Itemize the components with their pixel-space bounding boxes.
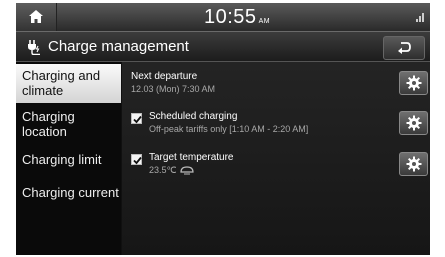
- gear-icon: [406, 75, 422, 91]
- target-temperature-checkbox[interactable]: [131, 154, 142, 165]
- gear-icon: [406, 156, 422, 172]
- sidebar: Charging and climate Charging location C…: [16, 62, 121, 255]
- main-panel: Next departure 12.03 (Mon) 7:30 AM Sched…: [122, 62, 430, 255]
- clock: 10:55 AM: [204, 6, 270, 29]
- page-title: Charge management: [48, 38, 189, 55]
- row-title: Next departure: [131, 71, 198, 82]
- checkmark-icon: [133, 115, 142, 124]
- next-departure-settings-button[interactable]: [399, 71, 428, 95]
- row-subtitle: Off-peak tariffs only [1:10 AM - 2:20 AM…: [149, 124, 309, 134]
- back-button[interactable]: [383, 36, 425, 60]
- sidebar-item-charging-current[interactable]: Charging current: [16, 183, 121, 219]
- target-temperature-settings-button[interactable]: [399, 152, 428, 176]
- next-departure-row[interactable]: Next departure 12.03 (Mon) 7:30 AM: [122, 67, 430, 105]
- scheduled-charging-checkbox[interactable]: [131, 113, 142, 124]
- row-subtitle-container: 23.5℃: [149, 165, 194, 176]
- status-bar: 10:55 AM: [16, 3, 430, 32]
- scheduled-charging-settings-button[interactable]: [399, 111, 428, 135]
- title-bar: Charge management: [16, 32, 430, 62]
- gear-icon: [406, 115, 422, 131]
- scheduled-charging-row[interactable]: Scheduled charging Off-peak tariffs only…: [122, 107, 430, 145]
- climate-icon: [180, 166, 194, 175]
- sidebar-item-charging-and-climate[interactable]: Charging and climate: [16, 64, 121, 103]
- sidebar-item-charging-limit[interactable]: Charging limit: [16, 150, 121, 172]
- head-unit-screen: 10:55 AM Charge management Charging and c…: [16, 3, 430, 255]
- sidebar-item-charging-location[interactable]: Charging location: [16, 107, 121, 143]
- target-temperature-row[interactable]: Target temperature 23.5℃: [122, 148, 430, 186]
- target-temperature-value: 23.5℃: [149, 165, 177, 175]
- ev-plug-icon: [28, 40, 40, 55]
- clock-ampm: AM: [258, 18, 271, 25]
- row-title: Target temperature: [149, 152, 234, 163]
- row-title: Scheduled charging: [149, 111, 238, 122]
- checkmark-icon: [133, 156, 142, 165]
- home-button[interactable]: [16, 3, 57, 31]
- signal-icon: [416, 13, 424, 22]
- clock-time: 10:55: [204, 6, 257, 28]
- row-subtitle: 12.03 (Mon) 7:30 AM: [131, 84, 216, 94]
- home-icon: [29, 10, 43, 23]
- back-arrow-icon: [398, 42, 411, 54]
